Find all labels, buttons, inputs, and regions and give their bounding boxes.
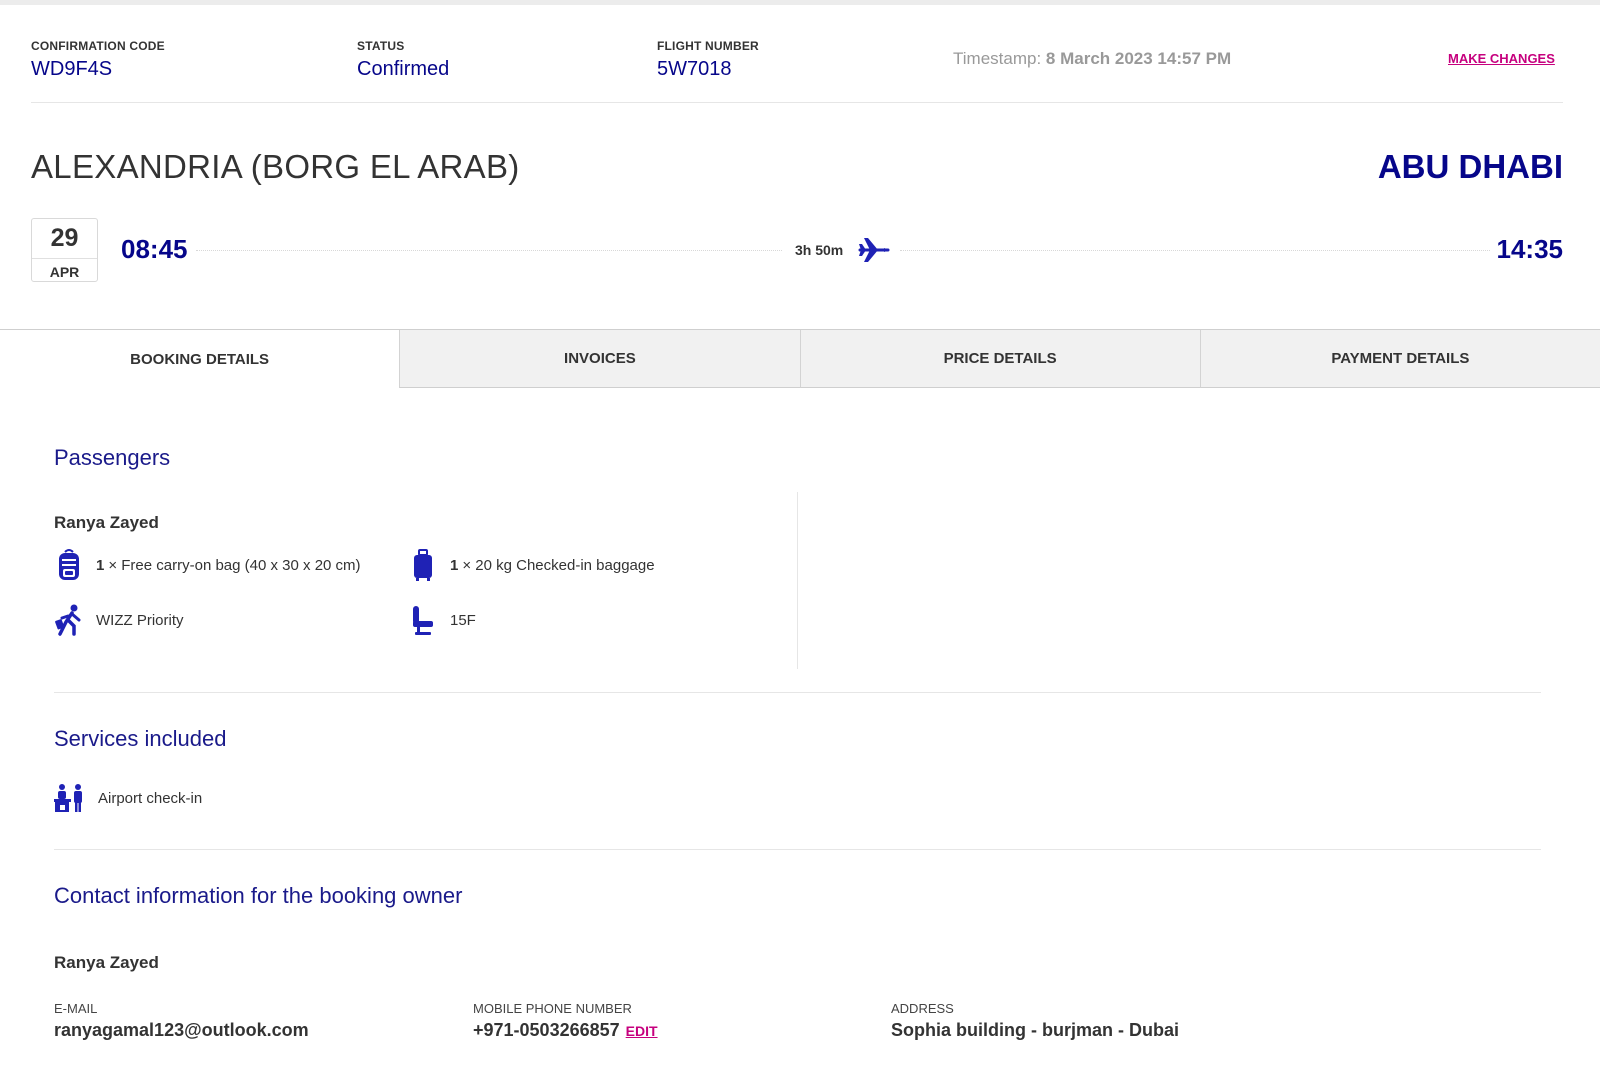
address-value: Sophia building - burjman - Dubai <box>891 1020 1179 1040</box>
tab-booking-details[interactable]: BOOKING DETAILS <box>0 330 400 388</box>
origin-city: ALEXANDRIA (BORG EL ARAB) <box>31 148 520 185</box>
address-label: ADDRESS <box>891 1001 954 1016</box>
priority-text: WIZZ Priority <box>96 611 184 629</box>
email-label: E-MAIL <box>54 1001 98 1016</box>
checkin-desk-icon <box>54 782 86 814</box>
backpack-icon <box>54 549 84 581</box>
status-value: Confirmed <box>357 58 450 80</box>
flight-number-label: FLIGHT NUMBER <box>657 39 759 53</box>
suitcase-icon <box>408 549 438 581</box>
tab-price-details[interactable]: PRICE DETAILS <box>799 330 1200 388</box>
make-changes-link[interactable]: MAKE CHANGES <box>1448 51 1555 66</box>
destination-city: ABU DHABI <box>1377 148 1563 185</box>
email-value: ranyagamal123@outlook.com <box>54 1020 309 1040</box>
phone-value: +971-0503266857 <box>473 1020 620 1040</box>
seat-item: 15F <box>408 604 476 636</box>
carry-on-text: × Free carry-on bag (40 x 30 x 20 cm) <box>108 556 361 574</box>
checked-baggage-qty: 1 <box>450 556 459 574</box>
confirmation-code-value: WD9F4S <box>31 58 113 80</box>
section-divider-1 <box>54 692 1541 693</box>
header-divider <box>31 102 1563 103</box>
contact-name: Ranya Zayed <box>54 953 159 972</box>
passengers-heading: Passengers <box>54 445 171 470</box>
status-block: STATUS Confirmed <box>357 39 449 81</box>
route-line-right <box>900 250 1490 251</box>
priority-walker-icon <box>54 604 84 636</box>
airplane-icon <box>858 238 890 262</box>
flight-number-block: FLIGHT NUMBER 5W7018 <box>657 39 759 81</box>
phone-label: MOBILE PHONE NUMBER <box>473 1001 632 1016</box>
timestamp: Timestamp: 8 March 2023 14:57 PM <box>953 49 1231 69</box>
carry-on-qty: 1 <box>96 556 105 574</box>
flight-number-value: 5W7018 <box>657 58 732 80</box>
services-heading: Services included <box>54 726 227 751</box>
service-item-checkin: Airport check-in <box>54 782 202 814</box>
departure-time: 08:45 <box>121 234 188 264</box>
contact-heading: Contact information for the booking owne… <box>54 883 463 908</box>
flight-duration: 3h 50m <box>795 242 844 258</box>
passenger-column-divider <box>797 492 798 669</box>
status-label: STATUS <box>357 39 405 53</box>
flight-date-box: 29 APR <box>31 218 98 282</box>
tab-bar: BOOKING DETAILS INVOICES PRICE DETAILS P… <box>0 329 1600 388</box>
priority-item: WIZZ Priority <box>54 604 184 636</box>
tab-payment-details[interactable]: PAYMENT DETAILS <box>1199 330 1600 388</box>
checked-baggage-item: 1 × 20 kg Checked-in baggage <box>408 549 655 581</box>
passenger-name: Ranya Zayed <box>54 513 159 532</box>
tab-invoices[interactable]: INVOICES <box>399 330 800 388</box>
route-line-left <box>196 250 782 251</box>
edit-phone-link[interactable]: EDIT <box>626 1023 658 1039</box>
confirmation-code-label: CONFIRMATION CODE <box>31 39 165 53</box>
section-divider-2 <box>54 849 1541 850</box>
phone-block: +971-0503266857 EDIT <box>473 1020 658 1041</box>
confirmation-code-block: CONFIRMATION CODE WD9F4S <box>31 39 165 81</box>
flight-date-day: 29 <box>50 224 79 252</box>
flight-date-month: APR <box>32 258 97 280</box>
top-border <box>0 0 1600 5</box>
checked-baggage-text: × 20 kg Checked-in baggage <box>462 556 655 574</box>
arrival-time: 14:35 <box>1496 234 1564 264</box>
seat-icon <box>408 604 438 636</box>
timestamp-label: Timestamp: <box>953 49 1042 68</box>
timestamp-value: 8 March 2023 14:57 PM <box>1045 49 1232 68</box>
seat-text: 15F <box>450 611 476 629</box>
service-checkin-text: Airport check-in <box>98 789 203 807</box>
carry-on-bag-item: 1 × Free carry-on bag (40 x 30 x 20 cm) <box>54 549 361 581</box>
